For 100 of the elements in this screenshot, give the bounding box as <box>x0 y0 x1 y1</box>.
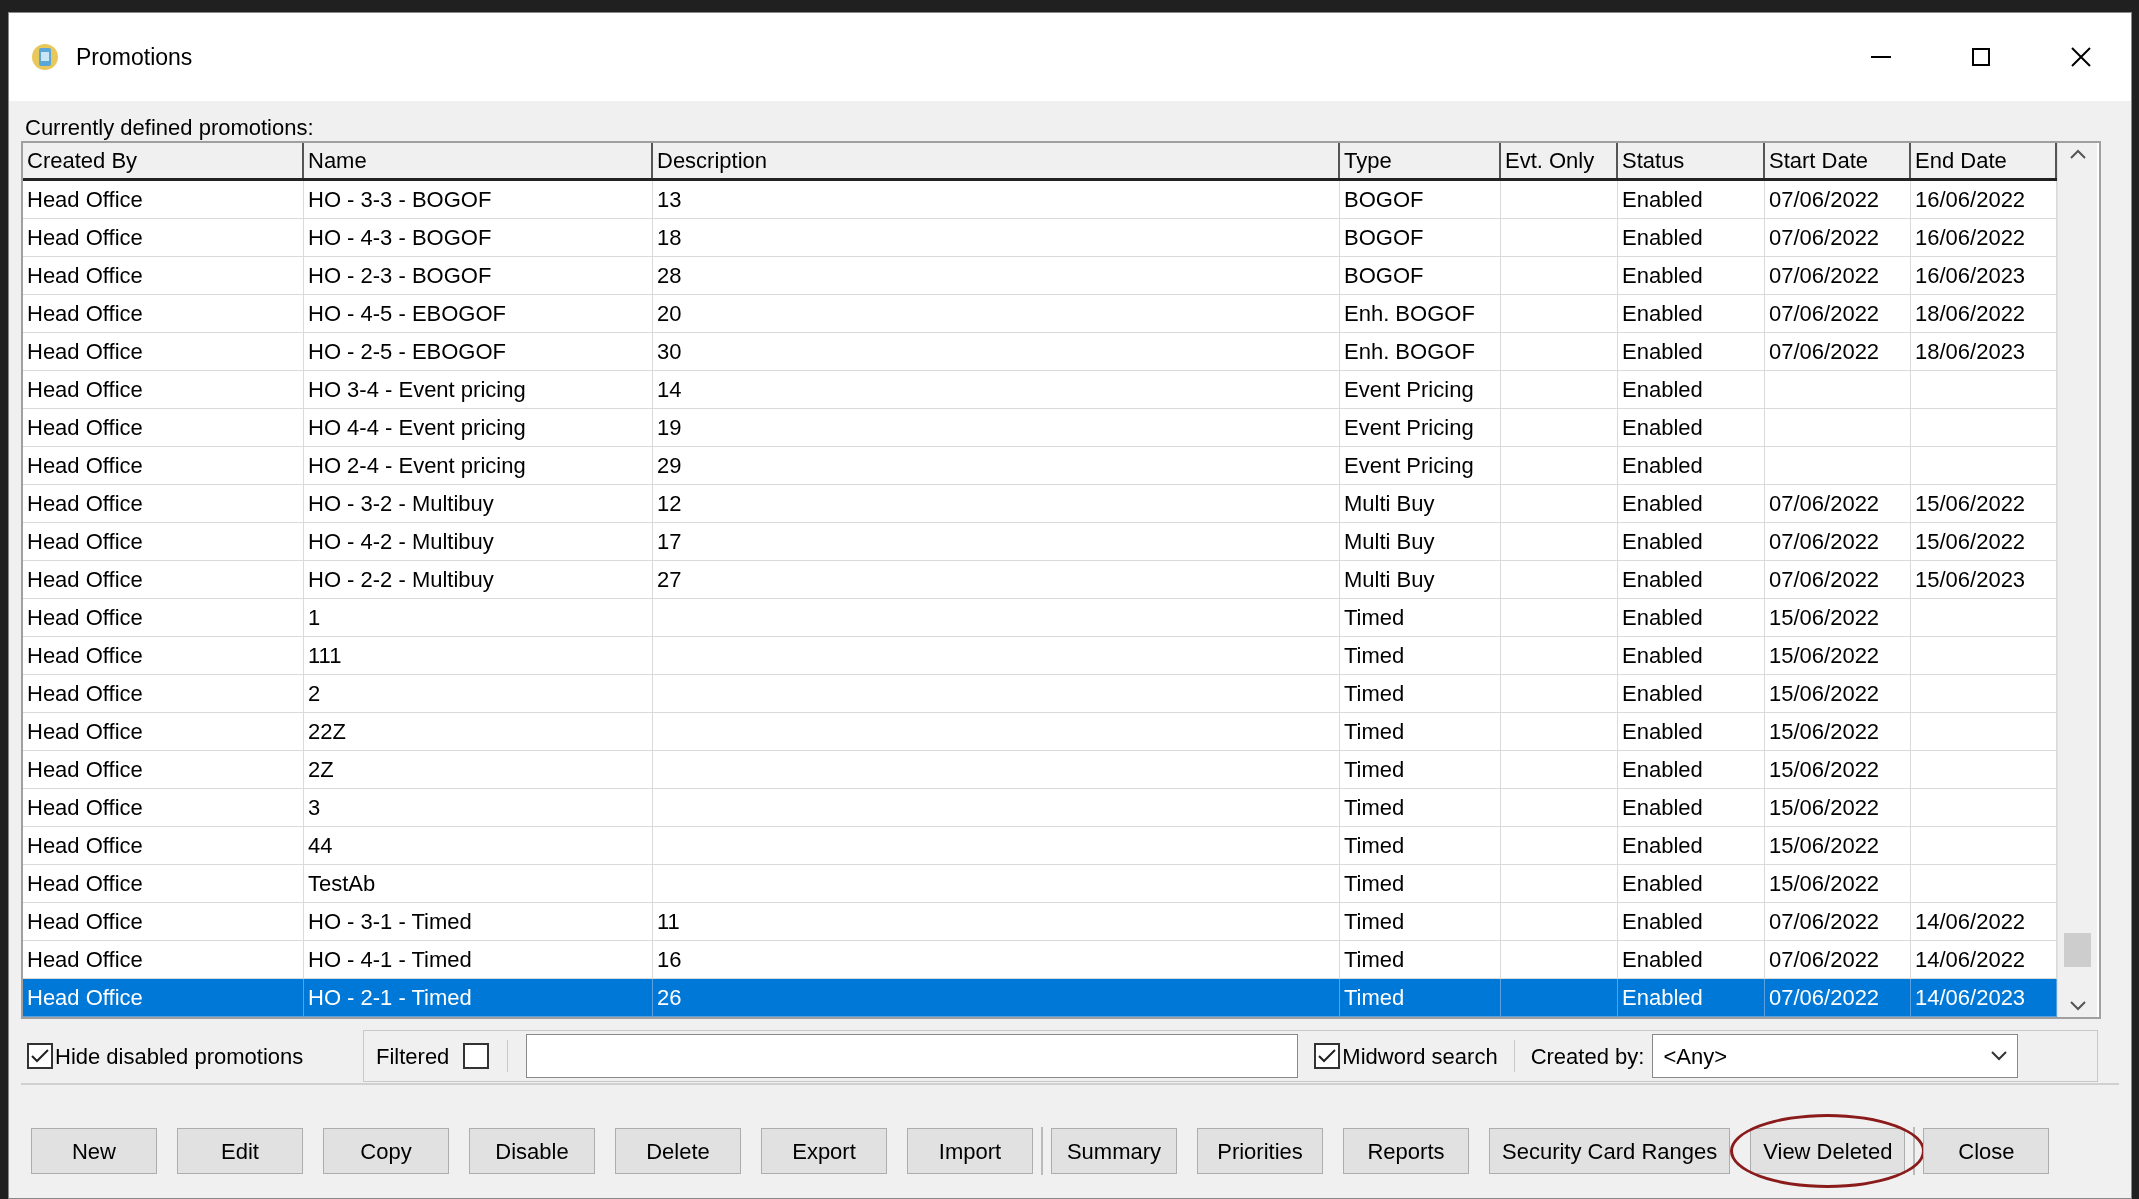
table-cell-text: 29 <box>657 452 682 480</box>
table-row[interactable]: Head Office 2 Timed Enabled 15/06/2022 <box>23 675 2057 713</box>
scrollbar[interactable] <box>2057 143 2097 1017</box>
table-row[interactable]: Head Office 1 Timed Enabled 15/06/2022 <box>23 599 2057 637</box>
table-cell-text: 17 <box>657 528 682 556</box>
table-cell-text: Timed <box>1344 794 1405 822</box>
table-cell-text: HO - 4-2 - Multibuy <box>308 528 494 556</box>
scroll-down-icon[interactable] <box>2069 1001 2086 1011</box>
table-cell-text: Event Pricing <box>1344 414 1474 442</box>
action-button[interactable]: New <box>31 1128 157 1174</box>
dropdown-value: <Any> <box>1663 1042 1727 1071</box>
table-row[interactable]: Head Office TestAb Timed Enabled 15/06/2022 <box>23 865 2057 903</box>
column-header[interactable]: Created By <box>23 143 304 178</box>
action-button[interactable]: Delete <box>615 1128 741 1174</box>
table-row[interactable]: Head Office HO - 4-5 - EBOGOF 20 Enh. BOGOF Enabled 07/06/2022 18/06/2022 <box>23 295 2057 333</box>
table-cell-text: 18/06/2022 <box>1915 300 2026 328</box>
action-button[interactable]: Reports <box>1343 1128 1469 1174</box>
table-row[interactable]: Head Office HO - 4-3 - BOGOF 18 BOGOF Enabled 07/06/2022 16/06/2022 <box>23 219 2057 257</box>
table-cell-text: 16/06/2022 <box>1915 186 2026 214</box>
checkbox-label[interactable]: Hide disabled promotions <box>55 1039 304 1073</box>
table-cell-text: Head Office <box>27 414 143 442</box>
created-by-dropdown[interactable]: <Any> <box>1652 1034 2019 1078</box>
column-header[interactable]: Evt. Only <box>1501 143 1618 178</box>
checkbox[interactable] <box>463 1043 490 1069</box>
table-cell-text: Head Office <box>27 262 143 290</box>
checkbox[interactable] <box>1314 1043 1341 1069</box>
table-cell-text: HO 2-4 - Event pricing <box>308 452 526 480</box>
scroll-thumb[interactable] <box>2064 933 2091 967</box>
checkbox[interactable] <box>27 1043 53 1069</box>
table-cell-text: 15/06/2022 <box>1769 642 1880 670</box>
table-row[interactable]: Head Office HO - 2-1 - Timed 26 Timed Enabled 07/06/2022 14/06/2023 <box>23 979 2057 1017</box>
column-header[interactable]: Description <box>653 143 1340 178</box>
table-cell-text: 07/06/2022 <box>1769 946 1880 974</box>
table-row[interactable]: Head Office HO 3-4 - Event pricing 14 Event Pricing Enabled <box>23 371 2057 409</box>
action-button[interactable]: View Deleted <box>1750 1128 1906 1174</box>
action-button[interactable]: Priorities <box>1197 1128 1323 1174</box>
table-row[interactable]: Head Office HO - 3-3 - BOGOF 13 BOGOF Enabled 07/06/2022 16/06/2022 <box>23 181 2057 219</box>
action-button[interactable]: Export <box>761 1128 887 1174</box>
table-cell-text: Head Office <box>27 908 143 936</box>
table-cell-text: HO - 3-1 - Timed <box>308 908 472 936</box>
created-by-label: Created by: <box>1530 1042 1645 1071</box>
table-cell-text: Head Office <box>27 642 143 670</box>
action-button[interactable]: Summary <box>1051 1128 1177 1174</box>
table-cell-text: Enabled <box>1622 604 1703 632</box>
action-button[interactable]: Edit <box>177 1128 303 1174</box>
minimize-icon <box>1871 56 1891 58</box>
table-row[interactable]: Head Office HO - 3-2 - Multibuy 12 Multi Buy Enabled 07/06/2022 15/06/2022 <box>23 485 2057 523</box>
table-cell-text: 07/06/2022 <box>1769 300 1880 328</box>
action-button[interactable]: Disable <box>469 1128 595 1174</box>
table-row[interactable]: Head Office 44 Timed Enabled 15/06/2022 <box>23 827 2057 865</box>
scroll-up-icon[interactable] <box>2069 149 2086 159</box>
table-cell-text: 07/06/2022 <box>1769 984 1880 1012</box>
column-header[interactable]: Start Date <box>1765 143 1911 178</box>
table-cell-text: HO - 2-5 - EBOGOF <box>308 338 507 366</box>
column-header[interactable]: Status <box>1618 143 1765 178</box>
table-cell-text: Enabled <box>1622 528 1703 556</box>
table-row[interactable]: Head Office HO 4-4 - Event pricing 19 Event Pricing Enabled <box>23 409 2057 447</box>
table-cell-text: Enabled <box>1622 832 1703 860</box>
table-cell-text: 07/06/2022 <box>1769 490 1880 518</box>
table-cell-text: Enabled <box>1622 186 1703 214</box>
table-row[interactable]: Head Office 2Z Timed Enabled 15/06/2022 <box>23 751 2057 789</box>
action-button[interactable]: Import <box>907 1128 1033 1174</box>
table-row[interactable]: Head Office HO - 2-3 - BOGOF 28 BOGOF Enabled 07/06/2022 16/06/2023 <box>23 257 2057 295</box>
table-row[interactable]: Head Office HO - 4-2 - Multibuy 17 Multi Buy Enabled 07/06/2022 15/06/2022 <box>23 523 2057 561</box>
column-header[interactable]: Name <box>304 143 653 178</box>
action-button[interactable]: Copy <box>323 1128 449 1174</box>
table-cell-text: 15/06/2023 <box>1915 566 2026 594</box>
table-cell-text: 07/06/2022 <box>1769 262 1880 290</box>
table-cell-text: 07/06/2022 <box>1769 528 1880 556</box>
table-cell-text: 16/06/2022 <box>1915 224 2026 252</box>
table-cell-text: 44 <box>308 832 333 860</box>
column-header[interactable]: End Date <box>1911 143 2057 178</box>
search-field[interactable] <box>526 1034 1299 1078</box>
table-cell-text: BOGOF <box>1344 262 1424 290</box>
table-cell-text: HO 3-4 - Event pricing <box>308 376 526 404</box>
table-cell-text: 07/06/2022 <box>1769 908 1880 936</box>
table-cell-text: 19 <box>657 414 682 442</box>
table-row[interactable]: Head Office HO - 3-1 - Timed 11 Timed Enabled 07/06/2022 14/06/2022 <box>23 903 2057 941</box>
table-cell-text: Enabled <box>1622 870 1703 898</box>
table-row[interactable]: Head Office 111 Timed Enabled 15/06/2022 <box>23 637 2057 675</box>
column-header[interactable]: Type <box>1340 143 1501 178</box>
table-cell-text: Head Office <box>27 604 143 632</box>
table-row[interactable]: Head Office HO 2-4 - Event pricing 29 Event Pricing Enabled <box>23 447 2057 485</box>
table-cell-text: 12 <box>657 490 682 518</box>
table-row[interactable]: Head Office 3 Timed Enabled 15/06/2022 <box>23 789 2057 827</box>
table-cell-text: 07/06/2022 <box>1769 338 1880 366</box>
table-cell-text: Timed <box>1344 642 1405 670</box>
checkbox-label[interactable]: Filtered <box>376 1039 450 1073</box>
table-row[interactable]: Head Office 22Z Timed Enabled 15/06/2022 <box>23 713 2057 751</box>
table-cell-text: 15/06/2022 <box>1769 718 1880 746</box>
table-cell-text: Head Office <box>27 376 143 404</box>
checkbox-label[interactable]: Midword search <box>1342 1039 1498 1073</box>
table-cell-text: Enabled <box>1622 718 1703 746</box>
action-button[interactable]: Security Card Ranges <box>1489 1128 1731 1174</box>
action-button[interactable]: Close <box>1923 1128 2050 1174</box>
table-row[interactable]: Head Office HO - 2-2 - Multibuy 27 Multi Buy Enabled 07/06/2022 15/06/2023 <box>23 561 2057 599</box>
table-cell-text: Multi Buy <box>1344 490 1435 518</box>
table-row[interactable]: Head Office HO - 4-1 - Timed 16 Timed Enabled 07/06/2022 14/06/2022 <box>23 941 2057 979</box>
table-row[interactable]: Head Office HO - 2-5 - EBOGOF 30 Enh. BOGOF Enabled 07/06/2022 18/06/2023 <box>23 333 2057 371</box>
table-cell-text: 14/06/2023 <box>1915 984 2026 1012</box>
